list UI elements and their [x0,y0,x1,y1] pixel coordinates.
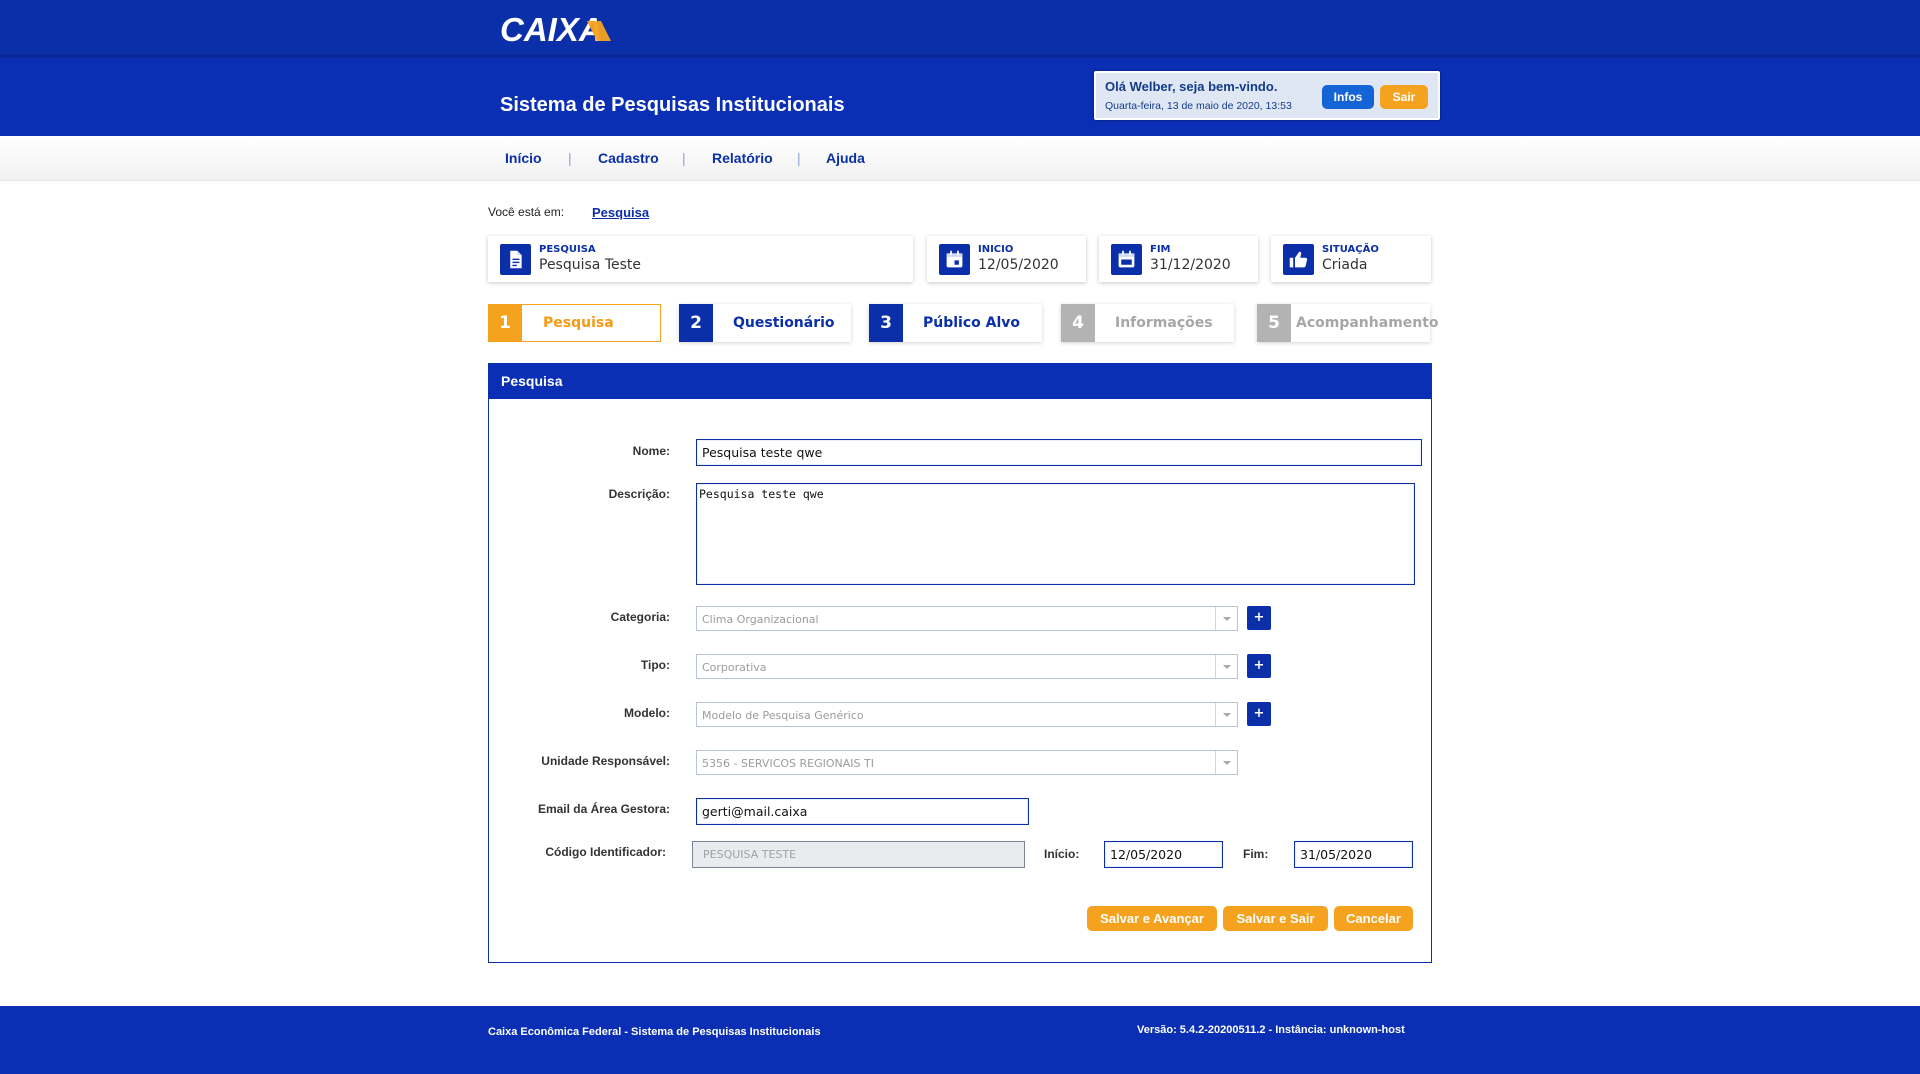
email-input[interactable]: gerti@mail.caixa [696,798,1029,825]
unidade-selected-value: 5356 - SERVICOS REGIONAIS TI [702,757,874,770]
info-card-value: Pesquisa Teste [539,257,642,273]
modelo-select[interactable]: Modelo de Pesquisa Genérico [696,702,1238,727]
step-label: Questionário [733,315,835,331]
info-card-inicio: INICIO 12/05/2020 [927,236,1086,282]
info-card-situacao: SITUAÇÃO Criada [1271,236,1431,282]
tipo-selected-value: Corporativa [702,661,767,674]
document-icon [500,244,531,275]
step-number: 4 [1061,304,1095,342]
info-card-pesquisa: PESQUISA Pesquisa Teste [488,236,913,282]
save-and-next-button[interactable]: Salvar e Avançar [1087,906,1217,931]
thumbs-up-icon [1283,244,1314,275]
info-card-value: 31/12/2020 [1150,257,1231,273]
categoria-selected-value: Clima Organizacional [702,613,819,626]
add-tipo-button[interactable]: + [1247,654,1271,678]
welcome-box: Olá Welber, seja bem-vindo. Quarta-feira… [1094,71,1440,120]
footer: Caixa Econômica Federal - Sistema de Pes… [0,1006,1920,1074]
chevron-down-icon[interactable] [1215,751,1237,774]
inicio-label: Início: [1044,847,1080,861]
categoria-select[interactable]: Clima Organizacional [696,606,1238,631]
header-divider [0,54,1920,58]
step-publico-alvo[interactable]: 3 Público Alvo [869,304,1042,342]
system-title: Sistema de Pesquisas Institucionais [500,94,845,116]
step-number: 5 [1257,304,1291,342]
pesquisa-form-panel: Pesquisa Nome: Pesquisa teste qwe Descri… [488,363,1432,963]
nav-separator: | [568,150,572,166]
codigo-label: Código Identificador: [545,845,666,859]
info-card-value: Criada [1322,257,1368,273]
step-questionario[interactable]: 2 Questionário [679,304,851,342]
chevron-down-icon[interactable] [1215,703,1237,726]
breadcrumb-label: Você está em: [488,205,565,219]
header-top-band [0,0,1920,56]
unidade-select[interactable]: 5356 - SERVICOS REGIONAIS TI [696,750,1238,775]
add-categoria-button[interactable]: + [1247,606,1271,630]
modelo-label: Modelo: [624,706,670,720]
modelo-selected-value: Modelo de Pesquisa Genérico [702,709,864,722]
nome-label: Nome: [632,444,670,458]
date-text: Quarta-feira, 13 de maio de 2020, 13:53 [1105,100,1292,112]
save-and-exit-button[interactable]: Salvar e Sair [1223,906,1328,931]
calendar-range-icon [1111,244,1142,275]
step-label: Acompanhamento [1296,315,1439,331]
step-number: 2 [679,304,713,342]
main-nav: Início | Cadastro | Relatório | Ajuda [0,136,1920,181]
email-label: Email da Área Gestora: [537,802,670,816]
step-informacoes[interactable]: 4 Informações [1061,304,1234,342]
descricao-textarea[interactable]: Pesquisa teste qwe [696,483,1415,585]
chevron-down-icon[interactable] [1215,655,1237,678]
header: CAIXA Sistema de Pesquisas Institucionai… [0,0,1920,136]
nav-item-ajuda[interactable]: Ajuda [826,150,865,166]
codigo-input: PESQUISA TESTE [692,841,1025,868]
footer-version-text: Versão: 5.4.2-20200511.2 - Instância: un… [1137,1024,1405,1036]
step-label: Informações [1115,315,1213,331]
step-number: 1 [488,304,522,342]
step-label: Público Alvo [923,315,1021,331]
unidade-label: Unidade Responsável: [541,754,670,768]
add-modelo-button[interactable]: + [1247,702,1271,726]
calendar-icon [939,244,970,275]
nav-item-relatorio[interactable]: Relatório [712,150,773,166]
tipo-label: Tipo: [640,658,670,672]
chevron-down-icon[interactable] [1215,607,1237,630]
breadcrumb-current-link[interactable]: Pesquisa [592,205,649,220]
infos-button[interactable]: Infos [1322,85,1374,109]
step-number: 3 [869,304,903,342]
tipo-select[interactable]: Corporativa [696,654,1238,679]
nav-item-cadastro[interactable]: Cadastro [598,150,659,166]
nav-item-inicio[interactable]: Início [505,150,542,166]
info-card-label: PESQUISA [539,244,596,255]
nav-separator: | [797,150,801,166]
inicio-date-input[interactable]: 12/05/2020 [1104,841,1223,868]
step-acompanhamento[interactable]: 5 Acompanhamento [1257,304,1439,342]
fim-label: Fim: [1243,847,1269,861]
info-card-value: 12/05/2020 [978,257,1059,273]
footer-left-text: Caixa Econômica Federal - Sistema de Pes… [488,1026,821,1038]
nav-separator: | [682,150,686,166]
caixa-logo-text: CAIXA [500,12,603,46]
panel-title: Pesquisa [489,364,1431,399]
fim-date-input[interactable]: 31/05/2020 [1294,841,1413,868]
cancel-button[interactable]: Cancelar [1334,906,1413,931]
caixa-logo[interactable]: CAIXA [500,12,630,46]
descricao-label: Descrição: [608,487,670,501]
info-card-fim: FIM 31/12/2020 [1099,236,1258,282]
welcome-text: Olá Welber, seja bem-vindo. [1105,79,1278,94]
categoria-label: Categoria: [610,610,670,624]
info-card-label: INICIO [978,244,1014,255]
logout-button[interactable]: Sair [1380,85,1428,109]
step-pesquisa[interactable]: 1 Pesquisa [488,304,661,342]
info-card-label: FIM [1150,244,1171,255]
info-card-label: SITUAÇÃO [1322,244,1379,255]
nome-input[interactable]: Pesquisa teste qwe [696,439,1422,466]
step-label: Pesquisa [543,315,614,331]
